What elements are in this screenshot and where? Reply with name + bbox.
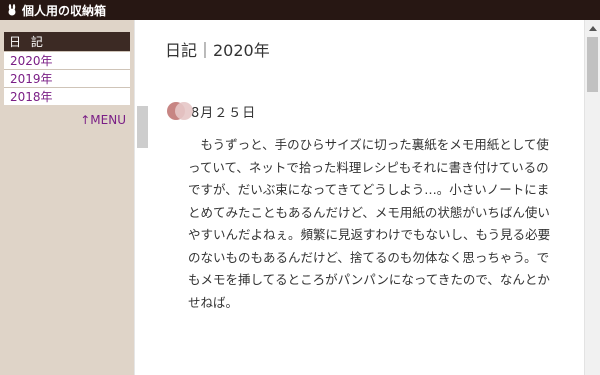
entry-date-row: 8月２５日 xyxy=(167,101,256,121)
main-content: 日記｜2020年 8月２５日 もうずっと、手のひらサイズに切った裏紙をメモ用紙と… xyxy=(150,20,584,375)
menu-link[interactable]: ↑MENU xyxy=(80,113,126,127)
date-marker-icon xyxy=(167,102,193,120)
sidebar-item-2019[interactable]: 2019年 xyxy=(4,69,130,87)
entry-body: もうずっと、手のひらサイズに切った裏紙をメモ用紙として使っていて、ネットで拾った… xyxy=(188,137,551,310)
sidebar: 日 記 2020年 2019年 2018年 ↑MENU xyxy=(0,20,134,375)
entry-date: 8月２５日 xyxy=(191,105,257,121)
sidebar-item-2018[interactable]: 2018年 xyxy=(4,87,130,105)
main-scrollbar[interactable] xyxy=(584,20,600,375)
page-title: 日記｜2020年 xyxy=(165,41,270,60)
main-scroll-thumb[interactable] xyxy=(587,37,598,92)
sidebar-scroll-thumb[interactable] xyxy=(137,106,148,148)
scroll-up-arrow-icon[interactable] xyxy=(589,26,597,31)
title-bar: 個人用の収納箱 xyxy=(0,0,600,20)
sidebar-menu: 日 記 2020年 2019年 2018年 xyxy=(4,32,130,105)
rabbit-icon xyxy=(8,4,16,16)
sidebar-item-2020[interactable]: 2020年 xyxy=(4,51,130,69)
site-title: 個人用の収納箱 xyxy=(22,3,107,18)
sidebar-heading: 日 記 xyxy=(4,32,130,51)
sidebar-scrollbar[interactable] xyxy=(134,20,149,375)
